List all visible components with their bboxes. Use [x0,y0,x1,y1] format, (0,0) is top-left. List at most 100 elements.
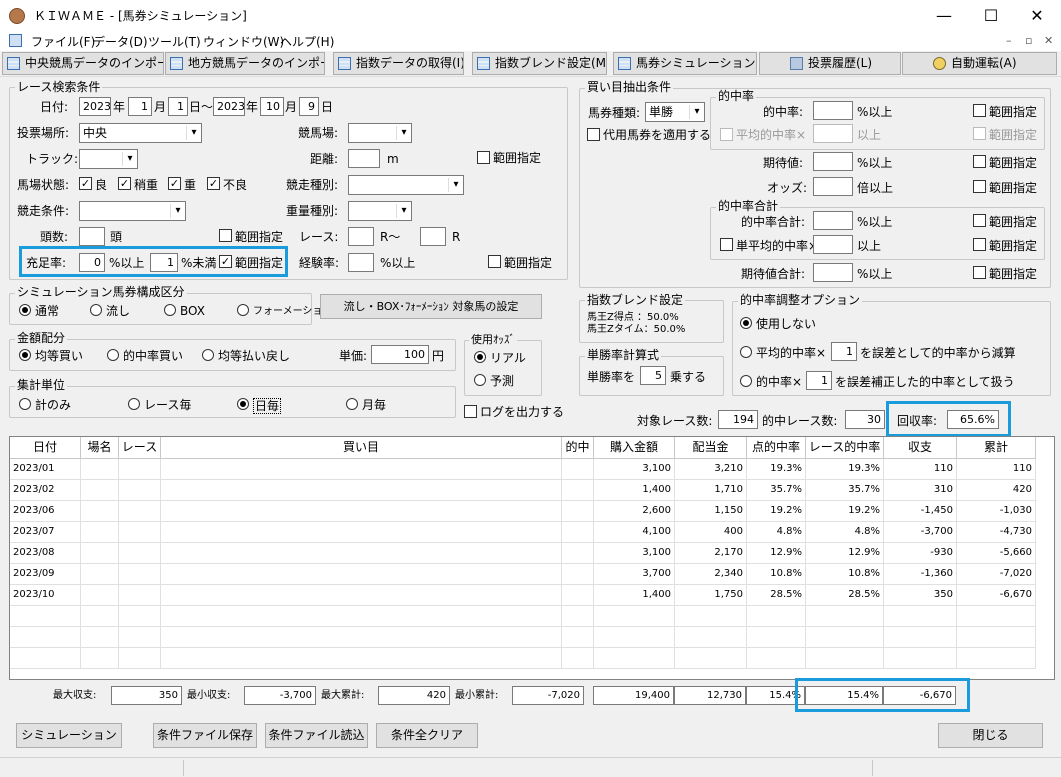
cond-yielding-checkbox[interactable]: ✓ [118,177,131,190]
menu-help[interactable]: ヘルプ(H) [280,33,334,50]
day-unit: 日 [321,100,334,114]
adjust-correct-radio[interactable] [740,375,752,387]
ev-field[interactable] [813,152,853,171]
vote-history-button[interactable]: 投票履歴(L) [759,52,901,75]
output-log-checkbox[interactable] [464,405,477,418]
col-purchase-header[interactable]: 購入金額 [594,437,675,459]
heads-range-checkbox[interactable] [219,229,232,242]
single-avg-range-checkbox[interactable] [973,238,986,251]
adjust-subtract-field[interactable]: 1 [831,342,857,361]
fetch-index-button[interactable]: 指数データの取得(I) [333,52,464,75]
menu-window[interactable]: ウィンドウ(W) [203,33,284,50]
col-venue-header[interactable]: 場名 [81,437,119,459]
menu-tools[interactable]: ツール(T) [148,33,201,50]
mdi-close-button[interactable]: ✕ [1044,34,1053,47]
ev-total-field[interactable] [813,263,853,282]
sim-normal-radio[interactable] [19,304,31,316]
auto-run-button[interactable]: 自動運転(A) [902,52,1057,75]
agg-race-radio[interactable] [128,398,140,410]
odds-real-radio[interactable] [474,351,486,363]
run-simulation-button[interactable]: シミュレーション [16,723,122,748]
end-year-field[interactable]: 2023 [213,97,245,116]
mdi-restore-button[interactable]: ▫ [1025,34,1032,47]
col-hit-header[interactable]: 的中 [562,437,594,459]
start-year-field[interactable]: 2023 [79,97,111,116]
distance-range-checkbox[interactable] [477,151,490,164]
close-window-button[interactable]: ✕ [1014,0,1060,31]
bet-simulation-button[interactable]: 馬券シミュレーション(B) [613,52,757,75]
money-payout-radio[interactable] [202,349,214,361]
col-balance-header[interactable]: 収支 [884,437,957,459]
race-to-field[interactable] [420,227,446,246]
import-local-button[interactable]: 地方競馬データのインポート(N) [165,52,325,75]
ev-total-range-checkbox[interactable] [973,266,986,279]
end-day-field[interactable]: 9 [299,97,319,116]
heads-field[interactable] [79,227,105,246]
adjust-subtract-radio[interactable] [740,346,752,358]
col-cumulative-header[interactable]: 累計 [957,437,1036,459]
racecourse-select[interactable] [348,123,412,143]
single-win-power-field[interactable]: 5 [640,366,666,385]
col-race-hit-header[interactable]: レース的中率 [806,437,884,459]
cond-soft-checkbox[interactable]: ✓ [168,177,181,190]
experience-range-checkbox[interactable] [488,255,501,268]
hit-rate-field[interactable] [813,101,853,120]
minimize-button[interactable]: — [921,0,967,31]
race-cond-select[interactable] [79,201,186,221]
end-month-field[interactable]: 10 [260,97,284,116]
ev-range-checkbox[interactable] [973,155,986,168]
agg-month-radio[interactable] [346,398,358,410]
race-type-select[interactable] [348,175,464,195]
col-bets-header[interactable]: 買い目 [161,437,562,459]
target-horse-setting-button[interactable]: 流し・BOX･ﾌｫｰﾒｰｼｮﾝ 対象馬の設定 [320,294,542,319]
col-date-header[interactable]: 日付 [10,437,81,459]
blend-settings-button[interactable]: 指数ブレンド設定(M) [472,52,607,75]
mdi-minimize-button[interactable]: – [1006,34,1012,47]
save-conditions-button[interactable]: 条件ファイル保存 [153,723,257,748]
maximize-button[interactable]: ☐ [968,0,1014,31]
menu-file[interactable]: ファイル(F) [31,33,95,50]
col-payout-header[interactable]: 配当金 [675,437,747,459]
odds-forecast-radio[interactable] [474,374,486,386]
start-month-field[interactable]: 1 [128,97,152,116]
close-button[interactable]: 閉じる [938,723,1043,748]
hit-rate-range-checkbox[interactable] [973,104,986,117]
load-conditions-button[interactable]: 条件ファイル読込 [265,723,368,748]
odds-range-checkbox[interactable] [973,180,986,193]
experience-field[interactable] [348,253,374,272]
results-table[interactable]: 日付 場名 レース 買い目 的中 購入金額 配当金 点的中率 レース的中率 収支… [9,436,1055,680]
import-jra-button[interactable]: 中央競馬データのインポート(J) [2,52,164,75]
track-select[interactable] [79,149,138,169]
money-hit-radio[interactable] [107,349,119,361]
single-avg-field[interactable] [813,235,853,254]
odds-field[interactable] [813,177,853,196]
weight-select[interactable] [348,201,412,221]
money-equal-radio[interactable] [19,349,31,361]
distance-field[interactable] [348,149,380,168]
sim-box-radio[interactable] [164,304,176,316]
cond-good-checkbox[interactable]: ✓ [79,177,92,190]
sim-nagashi-radio[interactable] [90,304,102,316]
single-avg-checkbox[interactable] [720,238,733,251]
agg-day-radio[interactable] [237,398,249,410]
menu-data[interactable]: データ(D) [93,33,148,50]
cond-heavy-checkbox[interactable]: ✓ [207,177,220,190]
col-point-hit-header[interactable]: 点的中率 [747,437,806,459]
avg-hit-range-checkbox[interactable] [973,127,986,140]
hit-total-range-checkbox[interactable] [973,214,986,227]
adjust-none-radio[interactable] [740,317,752,329]
adjust-correct-field[interactable]: 1 [806,371,832,390]
avg-hit-field[interactable] [813,124,853,143]
clear-conditions-button[interactable]: 条件全クリア [376,723,478,748]
col-race-header[interactable]: レース [119,437,161,459]
race-from-field[interactable] [348,227,374,246]
venue-select[interactable]: 中央 [79,123,202,143]
substitute-checkbox[interactable] [587,128,600,141]
sim-formation-radio[interactable] [237,304,249,316]
start-day-field[interactable]: 1 [168,97,188,116]
bet-type-select[interactable]: 単勝 [645,102,705,122]
hit-total-field[interactable] [813,211,853,230]
agg-total-radio[interactable] [19,398,31,410]
unit-price-field[interactable]: 100 [371,345,429,364]
avg-hit-checkbox[interactable] [720,128,733,141]
